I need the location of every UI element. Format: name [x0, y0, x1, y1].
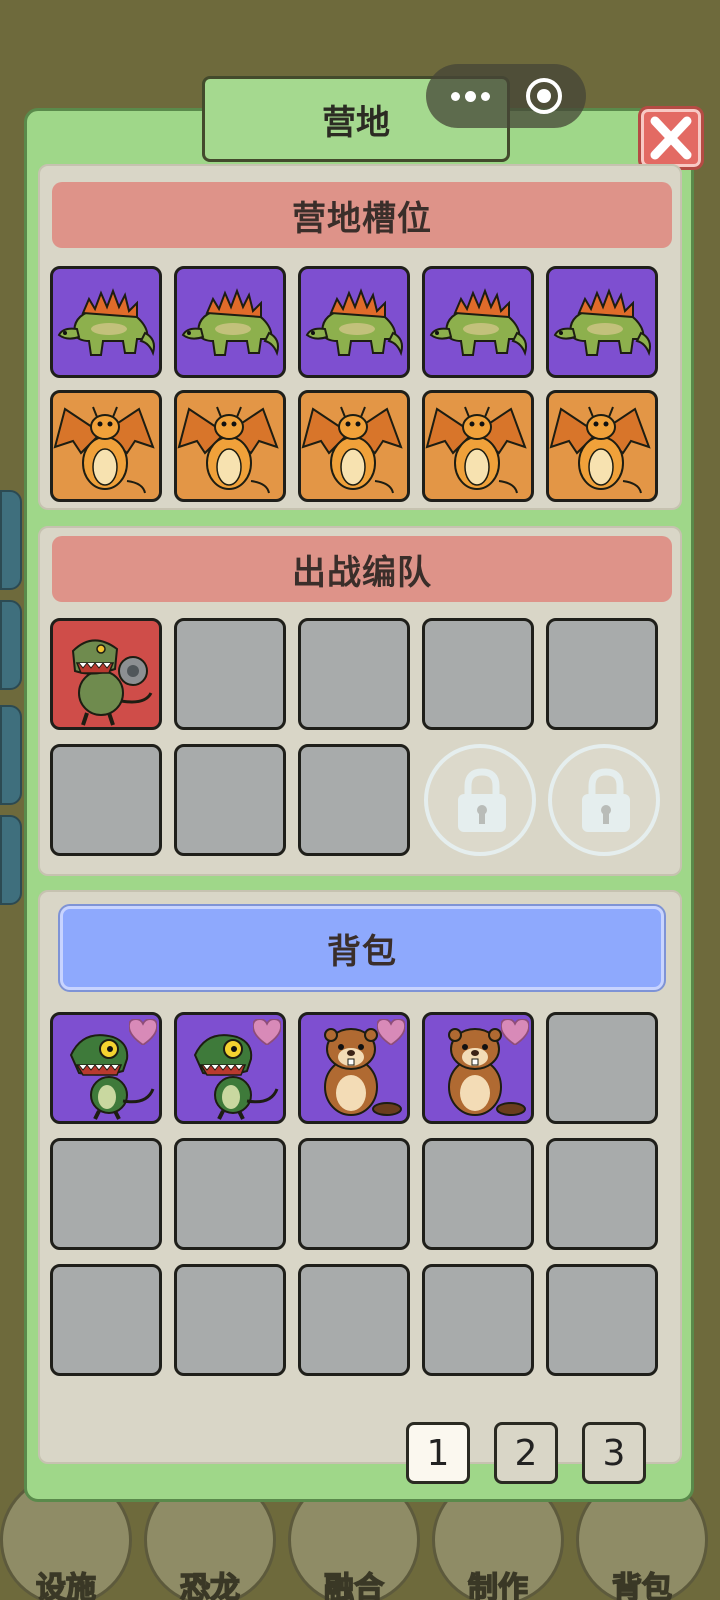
- dragon-icon: [550, 406, 650, 494]
- favorite-heart-icon: [129, 1019, 157, 1045]
- camp-slot-stegosaurus[interactable]: [422, 266, 534, 378]
- dragon-icon: [302, 406, 402, 494]
- background-side-tab: [0, 490, 22, 590]
- team-slot-empty[interactable]: [50, 744, 162, 856]
- backpack-slot-empty[interactable]: [422, 1264, 534, 1376]
- dragon-icon: [426, 406, 526, 494]
- backpack-slot-raptor[interactable]: [174, 1012, 286, 1124]
- camp-slot-stegosaurus[interactable]: [298, 266, 410, 378]
- team-slot-empty[interactable]: [174, 618, 286, 730]
- team-slot-empty[interactable]: [298, 744, 410, 856]
- camp-slots-header: 营地槽位: [52, 182, 672, 248]
- backpack-header: 背包: [58, 904, 666, 992]
- battle-team-header: 出战编队: [52, 536, 672, 602]
- dragon-icon: [54, 406, 154, 494]
- camp-slot-dragon[interactable]: [422, 390, 534, 502]
- backpack-slot-empty[interactable]: [174, 1264, 286, 1376]
- lock-icon: [458, 768, 506, 832]
- backpack-slot-raptor[interactable]: [50, 1012, 162, 1124]
- team-slot-empty[interactable]: [298, 618, 410, 730]
- background-side-tab: [0, 705, 22, 805]
- backpack-slot-empty[interactable]: [546, 1012, 658, 1124]
- lock-icon: [582, 768, 630, 832]
- backpack-slot-empty[interactable]: [546, 1138, 658, 1250]
- backpack-slot-empty[interactable]: [50, 1138, 162, 1250]
- backpack-slot-empty[interactable]: [546, 1264, 658, 1376]
- camp-slot-dragon[interactable]: [50, 390, 162, 502]
- background-side-tab: [0, 600, 22, 690]
- camp-slot-dragon[interactable]: [298, 390, 410, 502]
- backpack-slot-empty[interactable]: [174, 1138, 286, 1250]
- page-button-1[interactable]: 1: [406, 1422, 470, 1484]
- nav-label: 融合: [323, 1570, 385, 1600]
- team-slot-empty[interactable]: [422, 618, 534, 730]
- mini-program-capsule: [426, 64, 586, 128]
- nav-label: 制作: [467, 1570, 529, 1600]
- team-slot-mech-t-rex[interactable]: [50, 618, 162, 730]
- nav-label: 设施: [35, 1570, 97, 1600]
- nav-label: 背包: [611, 1570, 673, 1600]
- camp-slot-stegosaurus[interactable]: [50, 266, 162, 378]
- close-miniprogram-icon[interactable]: [526, 78, 562, 114]
- background-side-tab: [0, 815, 22, 905]
- page-button-3[interactable]: 3: [582, 1422, 646, 1484]
- mech-t-rex-icon: [71, 638, 153, 727]
- team-slot-empty[interactable]: [546, 618, 658, 730]
- backpack-slot-beaver[interactable]: [422, 1012, 534, 1124]
- backpack-slot-empty[interactable]: [298, 1264, 410, 1376]
- dragon-icon: [178, 406, 278, 494]
- stegosaurus-icon: [306, 290, 403, 356]
- stegosaurus-icon: [554, 290, 651, 356]
- camp-slot-dragon[interactable]: [546, 390, 658, 502]
- backpack-slot-empty[interactable]: [298, 1138, 410, 1250]
- camp-slot-stegosaurus[interactable]: [546, 266, 658, 378]
- close-button[interactable]: [638, 106, 704, 170]
- more-icon[interactable]: [442, 78, 498, 114]
- backpack-slot-empty[interactable]: [50, 1264, 162, 1376]
- team-slot-locked[interactable]: [548, 744, 660, 856]
- backpack-slot-beaver[interactable]: [298, 1012, 410, 1124]
- team-slot-empty[interactable]: [174, 744, 286, 856]
- favorite-heart-icon: [253, 1019, 281, 1045]
- backpack-slot-empty[interactable]: [422, 1138, 534, 1250]
- favorite-heart-icon: [377, 1019, 405, 1045]
- stegosaurus-icon: [182, 290, 279, 356]
- page-button-2[interactable]: 2: [494, 1422, 558, 1484]
- nav-label: 恐龙: [179, 1570, 241, 1600]
- stegosaurus-icon: [430, 290, 527, 356]
- stegosaurus-icon: [58, 290, 155, 356]
- team-slot-locked[interactable]: [424, 744, 536, 856]
- close-icon: [650, 116, 692, 160]
- camp-slot-dragon[interactable]: [174, 390, 286, 502]
- favorite-heart-icon: [501, 1019, 529, 1045]
- camp-slot-stegosaurus[interactable]: [174, 266, 286, 378]
